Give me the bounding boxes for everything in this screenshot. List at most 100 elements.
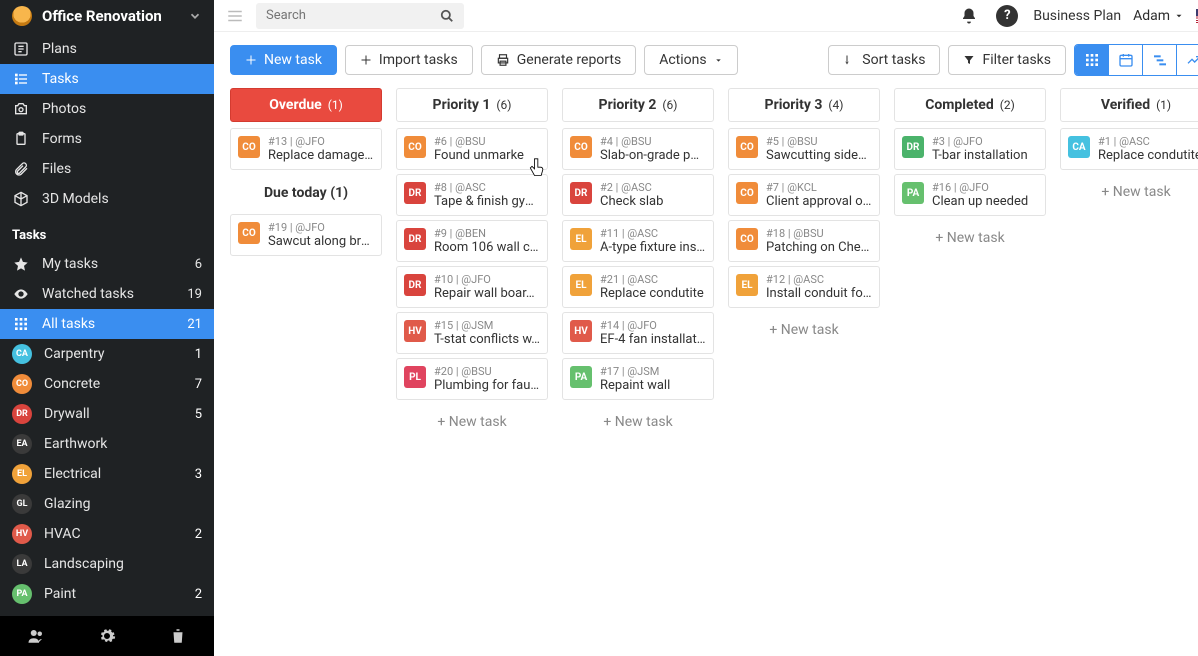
task-card[interactable]: DR #3 | @JFO T-bar installation [894,128,1046,170]
generate-reports-button[interactable]: Generate reports [481,45,636,75]
column-header[interactable]: Priority 1 (6) [396,88,548,122]
btn-label: Sort tasks [862,52,925,68]
new-task-link[interactable]: + New task [728,312,880,348]
gear-icon[interactable] [98,627,116,645]
tag-badge: CA [12,344,32,364]
sidebar-item-models[interactable]: 3D Models [0,184,214,214]
caret-down-icon [714,56,723,65]
column-header[interactable]: Priority 3 (4) [728,88,880,122]
task-card[interactable]: DR #8 | @ASC Tape & finish gyp … [396,174,548,216]
task-card[interactable]: EL #11 | @ASC A-type fixture ins… [562,220,714,262]
tag-badge: EL [12,464,32,484]
new-task-link[interactable]: + New task [396,404,548,440]
tag-badge: GL [12,494,32,514]
task-card[interactable]: DR #2 | @ASC Check slab [562,174,714,216]
column-count: (4) [825,98,843,112]
task-meta: #14 | @JFO [600,319,706,332]
tag-ea[interactable]: EA Earthwork [0,429,214,459]
sidebar-item-photos[interactable]: Photos [0,94,214,124]
filter-my-tasks[interactable]: My tasks 6 [0,249,214,279]
new-task-link[interactable]: + New task [894,220,1046,256]
tag-badge: HV [12,524,32,544]
task-card[interactable]: CA #1 | @ASC Replace condutite [1060,128,1198,170]
task-card[interactable]: PA #16 | @JFO Clean up needed [894,174,1046,216]
task-card[interactable]: HV #15 | @JSM T-stat conflicts w… [396,312,548,354]
task-title: Plumbing for fau… [434,378,540,393]
task-card[interactable]: CO #6 | @BSU Found unmarke [396,128,548,170]
sort-tasks-button[interactable]: Sort tasks [828,45,940,75]
plan-link[interactable]: Business Plan [1033,8,1121,24]
hamburger-icon[interactable] [226,7,244,25]
help-icon[interactable]: ? [993,5,1021,27]
bell-icon[interactable] [957,7,981,25]
view-calendar[interactable] [1109,45,1143,75]
sort-icon [843,54,855,66]
filter-all-tasks[interactable]: All tasks 21 [0,309,214,339]
column-header[interactable]: Priority 2 (6) [562,88,714,122]
column-p2: Priority 2 (6) CO #4 | @BSU Slab-on-grad… [562,88,714,440]
new-task-link[interactable]: + New task [562,404,714,440]
people-icon[interactable] [27,627,45,645]
column-title: Priority 3 [765,97,823,113]
task-card[interactable]: CO #4 | @BSU Slab-on-grade po… [562,128,714,170]
eye-icon [12,286,30,302]
tag-el[interactable]: EL Electrical 3 [0,459,214,489]
task-card[interactable]: DR #9 | @BEN Room 106 wall c… [396,220,548,262]
view-gantt[interactable] [1143,45,1177,75]
task-tag-badge: DR [404,228,426,250]
tag-gl[interactable]: GL Glazing [0,489,214,519]
task-title: Found unmarke [434,148,540,163]
task-meta: #10 | @JFO [434,273,540,286]
new-task-button[interactable]: New task [230,45,337,75]
view-board[interactable] [1075,45,1109,75]
tag-ca[interactable]: CA Carpentry 1 [0,339,214,369]
search-box[interactable] [256,3,464,29]
task-card[interactable]: CO #19 | @JFO Sawcut along bre… [230,214,382,256]
task-card[interactable]: CO #7 | @KCL Client approval o… [728,174,880,216]
import-tasks-button[interactable]: Import tasks [345,45,473,75]
column-header[interactable]: Completed (2) [894,88,1046,122]
tag-co[interactable]: CO Concrete 7 [0,369,214,399]
tag-dr[interactable]: DR Drywall 5 [0,399,214,429]
task-card[interactable]: CO #18 | @BSU Patching on Ches… [728,220,880,262]
sidebar-item-files[interactable]: Files [0,154,214,184]
task-card[interactable]: CO #13 | @JFO Replace damage… [230,128,382,170]
column-header[interactable]: Overdue (1) [230,88,382,122]
tag-pa[interactable]: PA Paint 2 [0,579,214,609]
column-count: (2) [997,98,1015,112]
section-title: Due today [264,185,327,201]
task-card[interactable]: CO #5 | @BSU Sawcutting side… [728,128,880,170]
search-input[interactable] [266,8,432,23]
filter-tasks-button[interactable]: Filter tasks [948,45,1066,75]
user-menu[interactable]: Adam [1133,8,1184,24]
chevron-down-icon [188,9,202,23]
task-card[interactable]: PL #20 | @BSU Plumbing for fau… [396,358,548,400]
tag-count: 2 [195,527,202,542]
tag-label: Electrical [44,466,101,482]
view-chart[interactable] [1177,45,1198,75]
tag-la[interactable]: LA Landscaping [0,549,214,579]
sidebar-item-tasks[interactable]: Tasks [0,64,214,94]
tag-badge: PA [12,584,32,604]
actions-dropdown[interactable]: Actions [644,45,737,75]
filter-watched-tasks[interactable]: Watched tasks 19 [0,279,214,309]
project-switcher[interactable]: Office Renovation [0,0,214,32]
task-card[interactable]: HV #14 | @JFO EF-4 fan installat… [562,312,714,354]
trash-icon[interactable] [169,627,187,645]
task-card[interactable]: EL #12 | @ASC Install conduit fo… [728,266,880,308]
sidebar-item-forms[interactable]: Forms [0,124,214,154]
task-card[interactable]: EL #21 | @ASC Replace condutite [562,266,714,308]
column-header[interactable]: Verified (1) [1060,88,1198,122]
task-card[interactable]: DR #10 | @JFO Repair wall boar… [396,266,548,308]
task-meta: #21 | @ASC [600,273,706,286]
sidebar-item-label: Tasks [42,71,79,87]
task-meta: #12 | @ASC [766,273,872,286]
search-icon[interactable] [440,9,454,23]
tag-hv[interactable]: HV HVAC 2 [0,519,214,549]
sidebar-item-plans[interactable]: Plans [0,34,214,64]
task-title: EF-4 fan installat… [600,332,706,347]
task-card[interactable]: PA #17 | @JSM Repaint wall [562,358,714,400]
task-tag-badge: CA [1068,136,1090,158]
new-task-link[interactable]: + New task [1060,174,1198,210]
btn-label: Generate reports [517,52,621,68]
